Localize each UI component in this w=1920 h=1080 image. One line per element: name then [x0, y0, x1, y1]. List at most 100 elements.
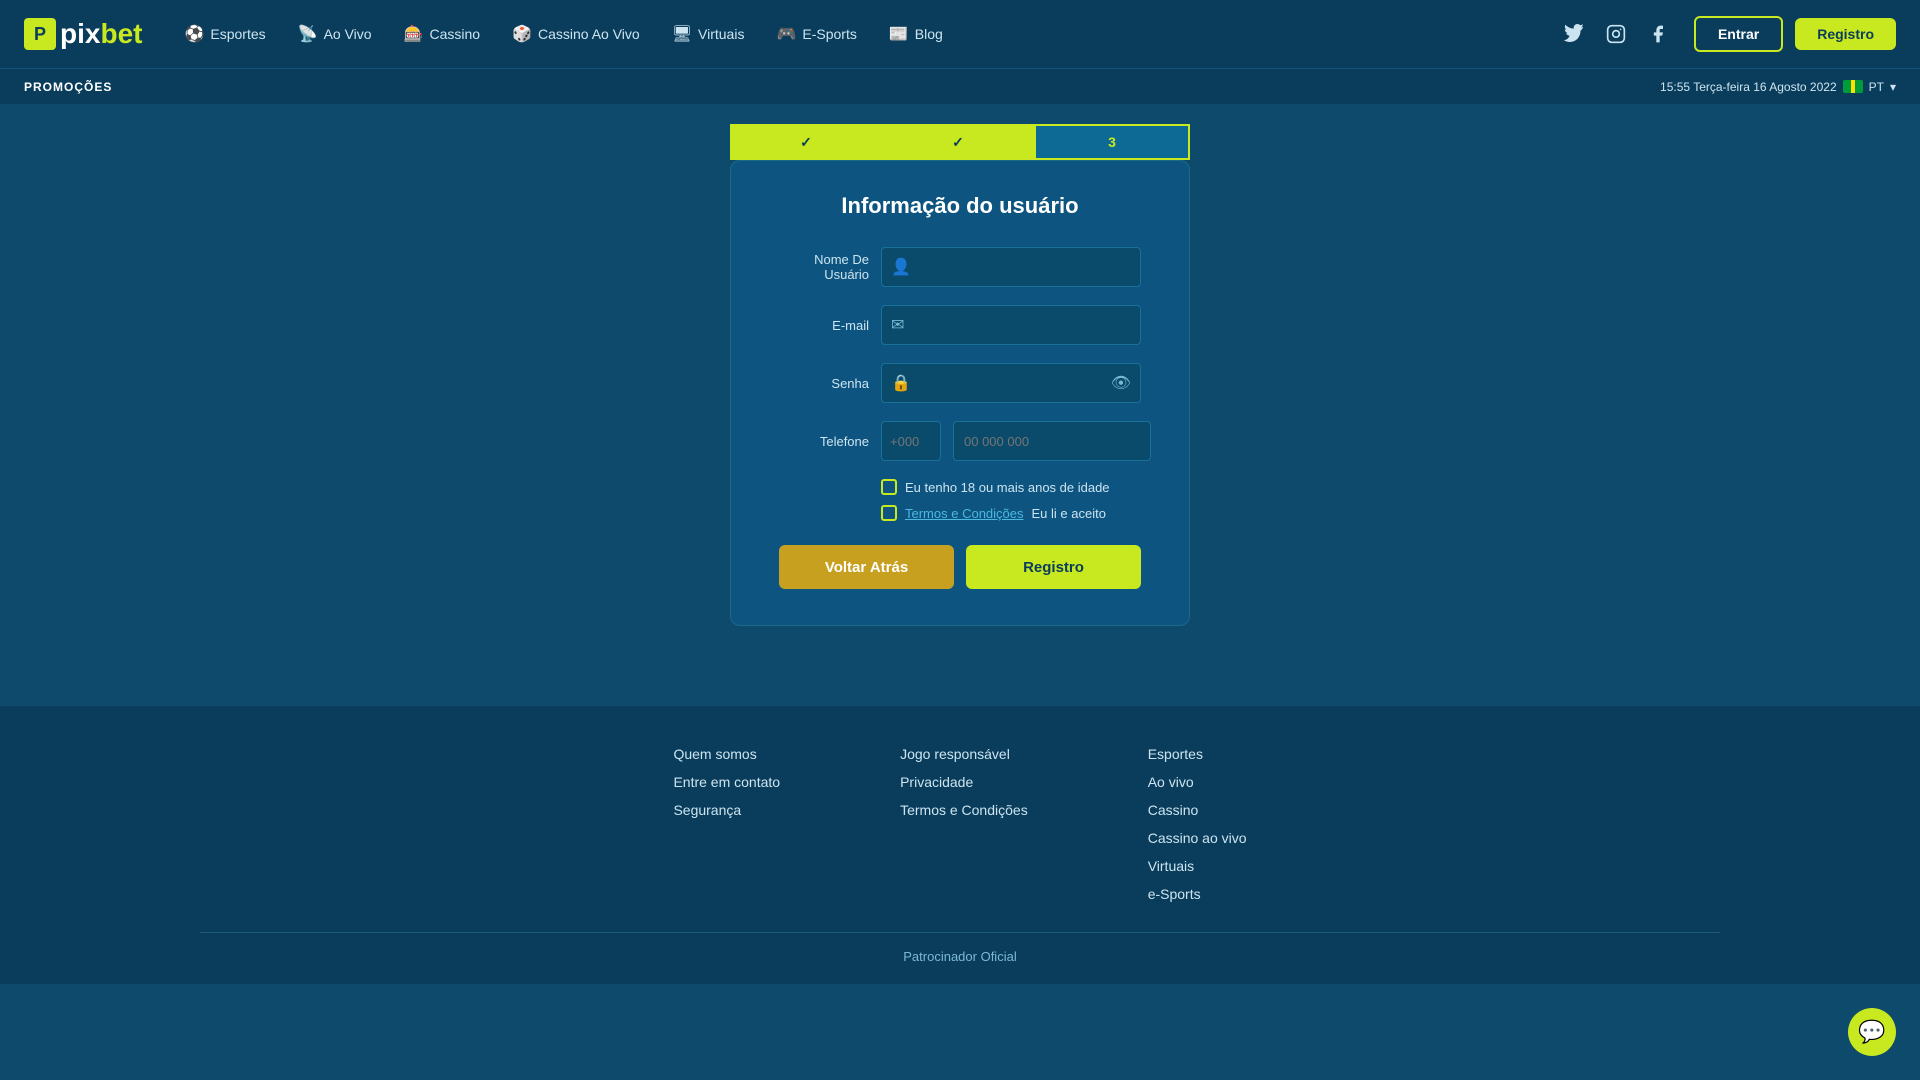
nav-item-virtuais[interactable]: 🖥 Virtuais [658, 16, 759, 52]
password-label: Senha [779, 376, 869, 391]
logo-pix: pix [60, 18, 100, 49]
checkbox-section: Eu tenho 18 ou mais anos de idade Termos… [881, 479, 1141, 521]
chat-icon: 💬 [1858, 1019, 1885, 1045]
step-1-label: ✓ [800, 134, 812, 151]
age-checkbox-row: Eu tenho 18 ou mais anos de idade [881, 479, 1141, 495]
nav-item-esports[interactable]: 🎮 E-Sports [762, 16, 870, 52]
username-label: Nome De Usuário [779, 252, 869, 282]
twitter-icon[interactable] [1558, 18, 1590, 50]
navbar-left: P pixbet ⚽ Esportes 📡 Ao Vivo 🎰 Cassino … [24, 16, 957, 52]
nav-label-virtuais: Virtuais [698, 26, 744, 42]
phone-label: Telefone [779, 434, 869, 449]
navbar: P pixbet ⚽ Esportes 📡 Ao Vivo 🎰 Cassino … [0, 0, 1920, 68]
promo-bar: PROMOÇÕES 15:55 Terça-feira 16 Agosto 20… [0, 68, 1920, 104]
age-label: Eu tenho 18 ou mais anos de idade [905, 480, 1110, 495]
nav-label-esports: E-Sports [802, 26, 856, 42]
logo-icon: P [24, 18, 56, 50]
esports-icon: 🎮 [776, 24, 796, 44]
step-1: ✓ [730, 124, 882, 160]
register-button[interactable]: Registro [966, 545, 1141, 589]
nav-label-aovivo: Ao Vivo [324, 26, 372, 42]
social-icons [1558, 18, 1674, 50]
nav-item-aovivo[interactable]: 📡 Ao Vivo [284, 16, 386, 52]
email-label: E-mail [779, 318, 869, 333]
datetime: 15:55 Terça-feira 16 Agosto 2022 PT ▾ [1660, 80, 1896, 94]
step-3-label: 3 [1108, 134, 1116, 150]
footer-link-cassino[interactable]: Cassino [1148, 802, 1247, 818]
nav-label-esportes: Esportes [210, 26, 265, 42]
footer-link-esports[interactable]: e-Sports [1148, 886, 1247, 902]
cassino-icon: 🎰 [404, 24, 424, 44]
nav-label-cassino-aovivo: Cassino Ao Vivo [538, 26, 640, 42]
footer-columns: Quem somos Entre em contato Segurança Jo… [200, 746, 1720, 902]
lang-label: PT [1869, 80, 1884, 94]
email-group: E-mail ✉ [779, 305, 1141, 345]
footer-link-contato[interactable]: Entre em contato [673, 774, 780, 790]
facebook-icon[interactable] [1642, 18, 1674, 50]
blog-icon: 📰 [889, 24, 909, 44]
password-input[interactable] [881, 363, 1141, 403]
registro-button[interactable]: Registro [1795, 18, 1896, 50]
footer-link-quem-somos[interactable]: Quem somos [673, 746, 780, 762]
username-group: Nome De Usuário 👤 [779, 247, 1141, 287]
datetime-text: 15:55 Terça-feira 16 Agosto 2022 [1660, 80, 1837, 94]
esportes-icon: ⚽ [184, 24, 204, 44]
footer-col-1: Quem somos Entre em contato Segurança [673, 746, 780, 902]
terms-checkbox[interactable] [881, 505, 897, 521]
step-3: 3 [1034, 124, 1190, 160]
phone-number-input[interactable] [953, 421, 1151, 461]
phone-group: Telefone [779, 421, 1141, 461]
logo-bet: bet [100, 18, 142, 49]
footer-bottom: Patrocinador Oficial [200, 932, 1720, 964]
nav-label-blog: Blog [915, 26, 943, 42]
footer-link-privacidade[interactable]: Privacidade [900, 774, 1028, 790]
nav-item-cassino-aovivo[interactable]: 🎲 Cassino Ao Vivo [498, 16, 654, 52]
patrocinador-text: Patrocinador Oficial [903, 949, 1016, 964]
terms-checkbox-row: Termos e Condições Eu li e aceito [881, 505, 1141, 521]
footer-link-termos[interactable]: Termos e Condições [900, 802, 1028, 818]
main-content: ✓ ✓ 3 Informação do usuário Nome De Usuá… [0, 104, 1920, 646]
password-input-wrapper: 🔒 👁 [881, 363, 1141, 403]
promo-label: PROMOÇÕES [24, 80, 112, 94]
footer-link-esportes[interactable]: Esportes [1148, 746, 1247, 762]
step-2: ✓ [882, 124, 1034, 160]
step-2-label: ✓ [952, 134, 964, 151]
virtuais-icon: 🖥 [672, 24, 692, 44]
footer-col-2: Jogo responsável Privacidade Termos e Co… [900, 746, 1028, 902]
footer-link-ao-vivo[interactable]: Ao vivo [1148, 774, 1247, 790]
chat-button[interactable]: 💬 [1848, 1008, 1896, 1056]
chevron-down-icon: ▾ [1890, 80, 1896, 94]
logo[interactable]: P pixbet [24, 18, 142, 50]
flag-icon [1843, 80, 1863, 93]
instagram-icon[interactable] [1600, 18, 1632, 50]
logo-text: pixbet [60, 18, 142, 50]
terms-label: Eu li e aceito [1032, 506, 1106, 521]
email-input-wrapper: ✉ [881, 305, 1141, 345]
nav-item-esportes[interactable]: ⚽ Esportes [170, 16, 279, 52]
footer-link-jogo-responsavel[interactable]: Jogo responsável [900, 746, 1028, 762]
nav-item-blog[interactable]: 📰 Blog [875, 16, 957, 52]
footer: Quem somos Entre em contato Segurança Jo… [0, 706, 1920, 984]
password-group: Senha 🔒 👁 [779, 363, 1141, 403]
nav-item-cassino[interactable]: 🎰 Cassino [390, 16, 495, 52]
nav-items: ⚽ Esportes 📡 Ao Vivo 🎰 Cassino 🎲 Cassino… [170, 16, 956, 52]
footer-link-cassino-ao-vivo[interactable]: Cassino ao vivo [1148, 830, 1247, 846]
cassino-aovivo-icon: 🎲 [512, 24, 532, 44]
form-buttons: Voltar Atrás Registro [779, 545, 1141, 589]
aovivo-icon: 📡 [298, 24, 318, 44]
phone-prefix-input[interactable] [881, 421, 941, 461]
username-input[interactable] [881, 247, 1141, 287]
footer-col-3: Esportes Ao vivo Cassino Cassino ao vivo… [1148, 746, 1247, 902]
terms-link[interactable]: Termos e Condições [905, 506, 1024, 521]
footer-link-virtuais[interactable]: Virtuais [1148, 858, 1247, 874]
email-input[interactable] [881, 305, 1141, 345]
entrar-button[interactable]: Entrar [1694, 16, 1783, 52]
footer-link-seguranca[interactable]: Segurança [673, 802, 780, 818]
nav-label-cassino: Cassino [429, 26, 480, 42]
steps-container: ✓ ✓ 3 [730, 124, 1190, 160]
form-title: Informação do usuário [779, 193, 1141, 219]
back-button[interactable]: Voltar Atrás [779, 545, 954, 589]
age-checkbox[interactable] [881, 479, 897, 495]
username-input-wrapper: 👤 [881, 247, 1141, 287]
eye-icon[interactable]: 👁 [1111, 373, 1131, 393]
